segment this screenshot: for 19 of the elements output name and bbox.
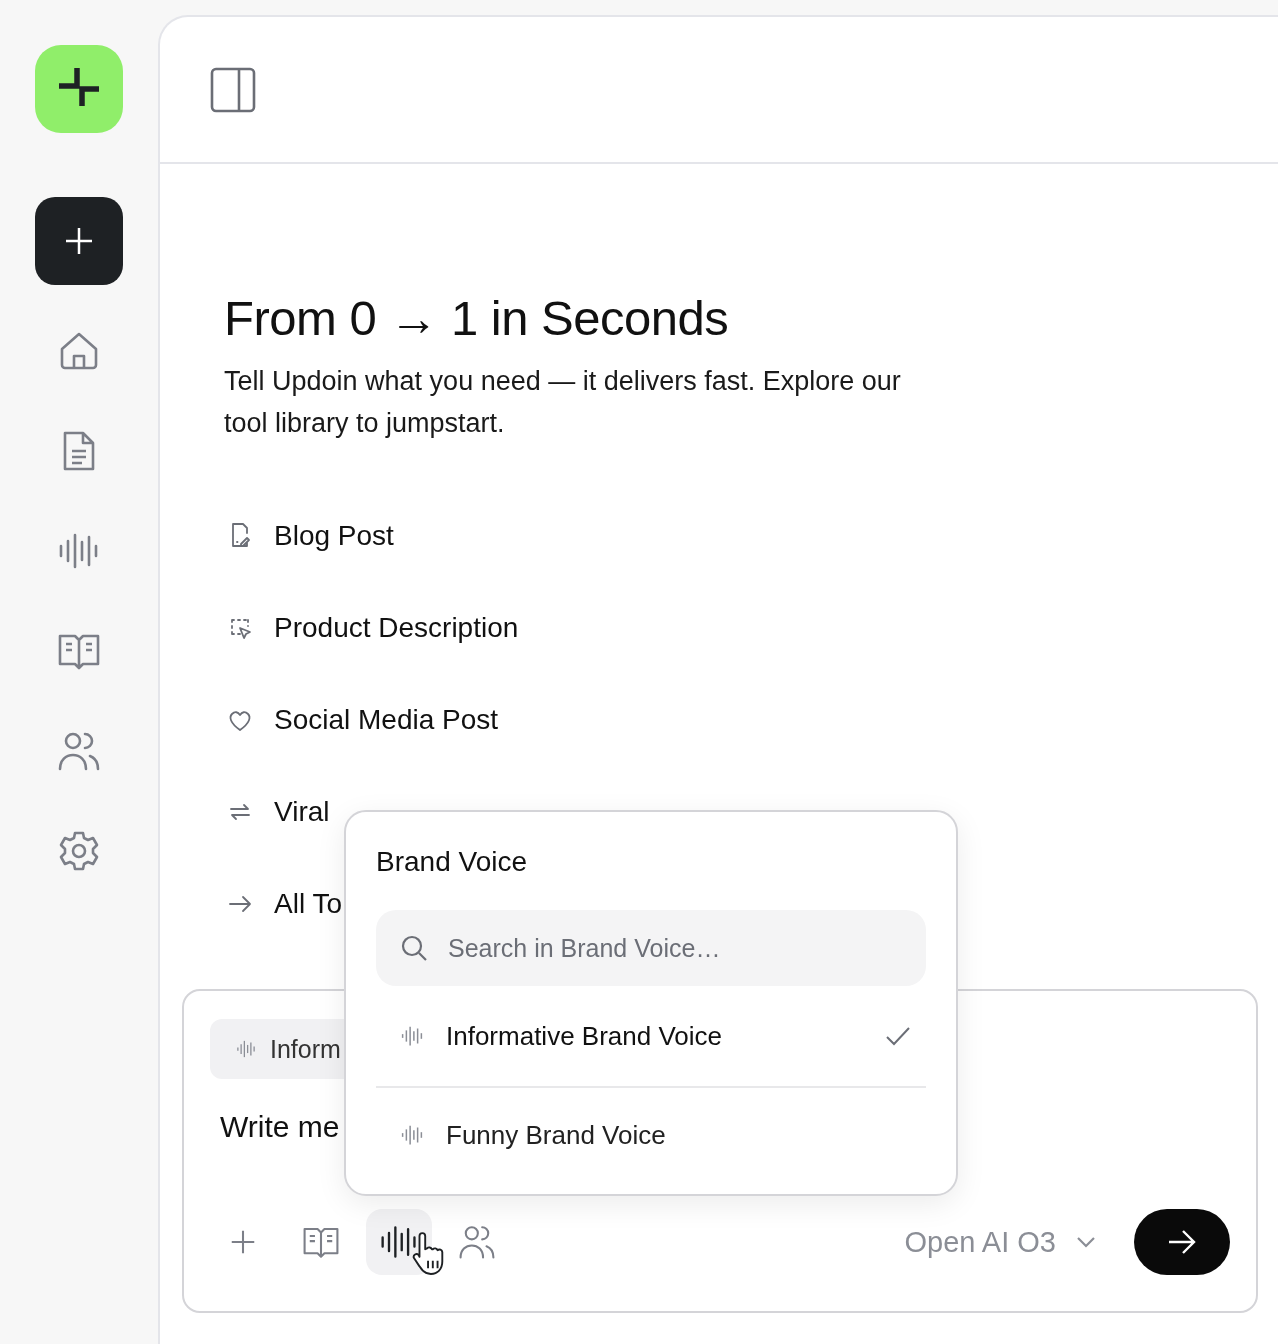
dropdown-title: Brand Voice (376, 845, 528, 879)
page-title: From 0 → 1 in Seconds (224, 290, 730, 347)
plus-icon (63, 225, 95, 257)
new-chat-button[interactable] (35, 197, 123, 285)
prompt-text[interactable]: Write me (220, 1107, 340, 1147)
tool-link[interactable]: Viral (274, 796, 330, 828)
sidebar-toggle-icon[interactable] (210, 66, 256, 113)
brand-voice-option[interactable]: Funny Brand Voice (376, 1086, 926, 1182)
tool-link[interactable]: Social Media Post (274, 704, 499, 736)
app-logo[interactable] (35, 45, 123, 133)
search-field[interactable]: Search in Brand Voice… (376, 910, 926, 986)
page-description: Tell Updoin what you need — it delivers fast. Explore our tool library to jumpstart. (224, 365, 902, 440)
search-icon (400, 934, 428, 962)
tool-link[interactable]: Blog Post (274, 520, 394, 552)
settings-icon[interactable] (57, 829, 101, 873)
users-icon (458, 1223, 496, 1261)
tool-link[interactable]: Product Description (274, 612, 519, 644)
tool-link[interactable]: All To (274, 888, 342, 920)
brand-voice-option[interactable]: Informative Brand Voice (376, 986, 926, 1086)
